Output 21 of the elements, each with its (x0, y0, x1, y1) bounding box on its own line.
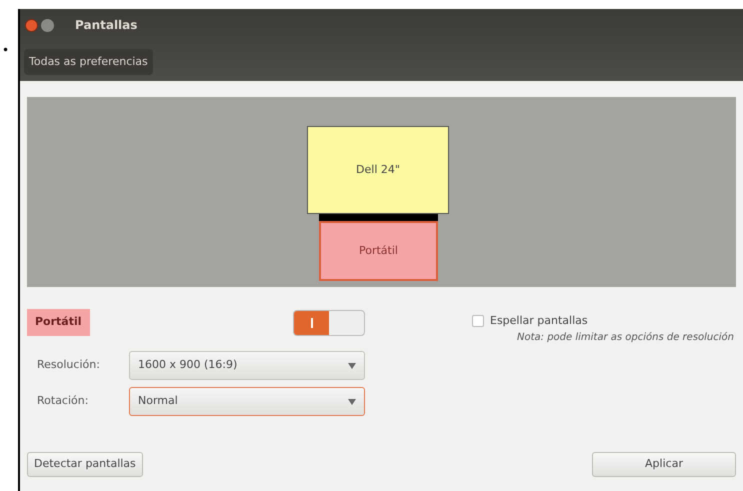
monitor-rectangle[interactable]: Dell 24" (307, 126, 449, 214)
minimize-button[interactable] (41, 18, 54, 32)
window-title: Pantallas (75, 17, 138, 34)
field-label: Resolución: (36, 357, 101, 374)
detect-displays-button[interactable]: Detectar pantallas (27, 452, 143, 477)
bullet-mark: • (2, 44, 10, 56)
close-button[interactable] (25, 18, 38, 32)
display-toggle[interactable] (293, 310, 365, 336)
display-name-label: Portátil (27, 309, 90, 336)
note-text: Nota: pode limitar as opcións de resolución (517, 330, 734, 344)
dropdown-arrow-icon (348, 398, 356, 404)
toggle-on-indicator (294, 310, 329, 334)
apply-button[interactable]: Aplicar (592, 452, 736, 477)
field-label: Rotación: (36, 393, 90, 410)
monitor-rectangle[interactable]: Portátil (319, 221, 438, 281)
mirror-checkbox[interactable] (472, 315, 484, 328)
dropdown-arrow-icon (348, 362, 356, 368)
checkbox-label: Espellar pantallas (490, 313, 588, 329)
dropdown[interactable]: Normal (129, 387, 365, 416)
all-settings-button[interactable]: Todas as preferencias (24, 49, 153, 76)
dropdown[interactable]: 1600 x 900 (16:9) (129, 351, 365, 380)
